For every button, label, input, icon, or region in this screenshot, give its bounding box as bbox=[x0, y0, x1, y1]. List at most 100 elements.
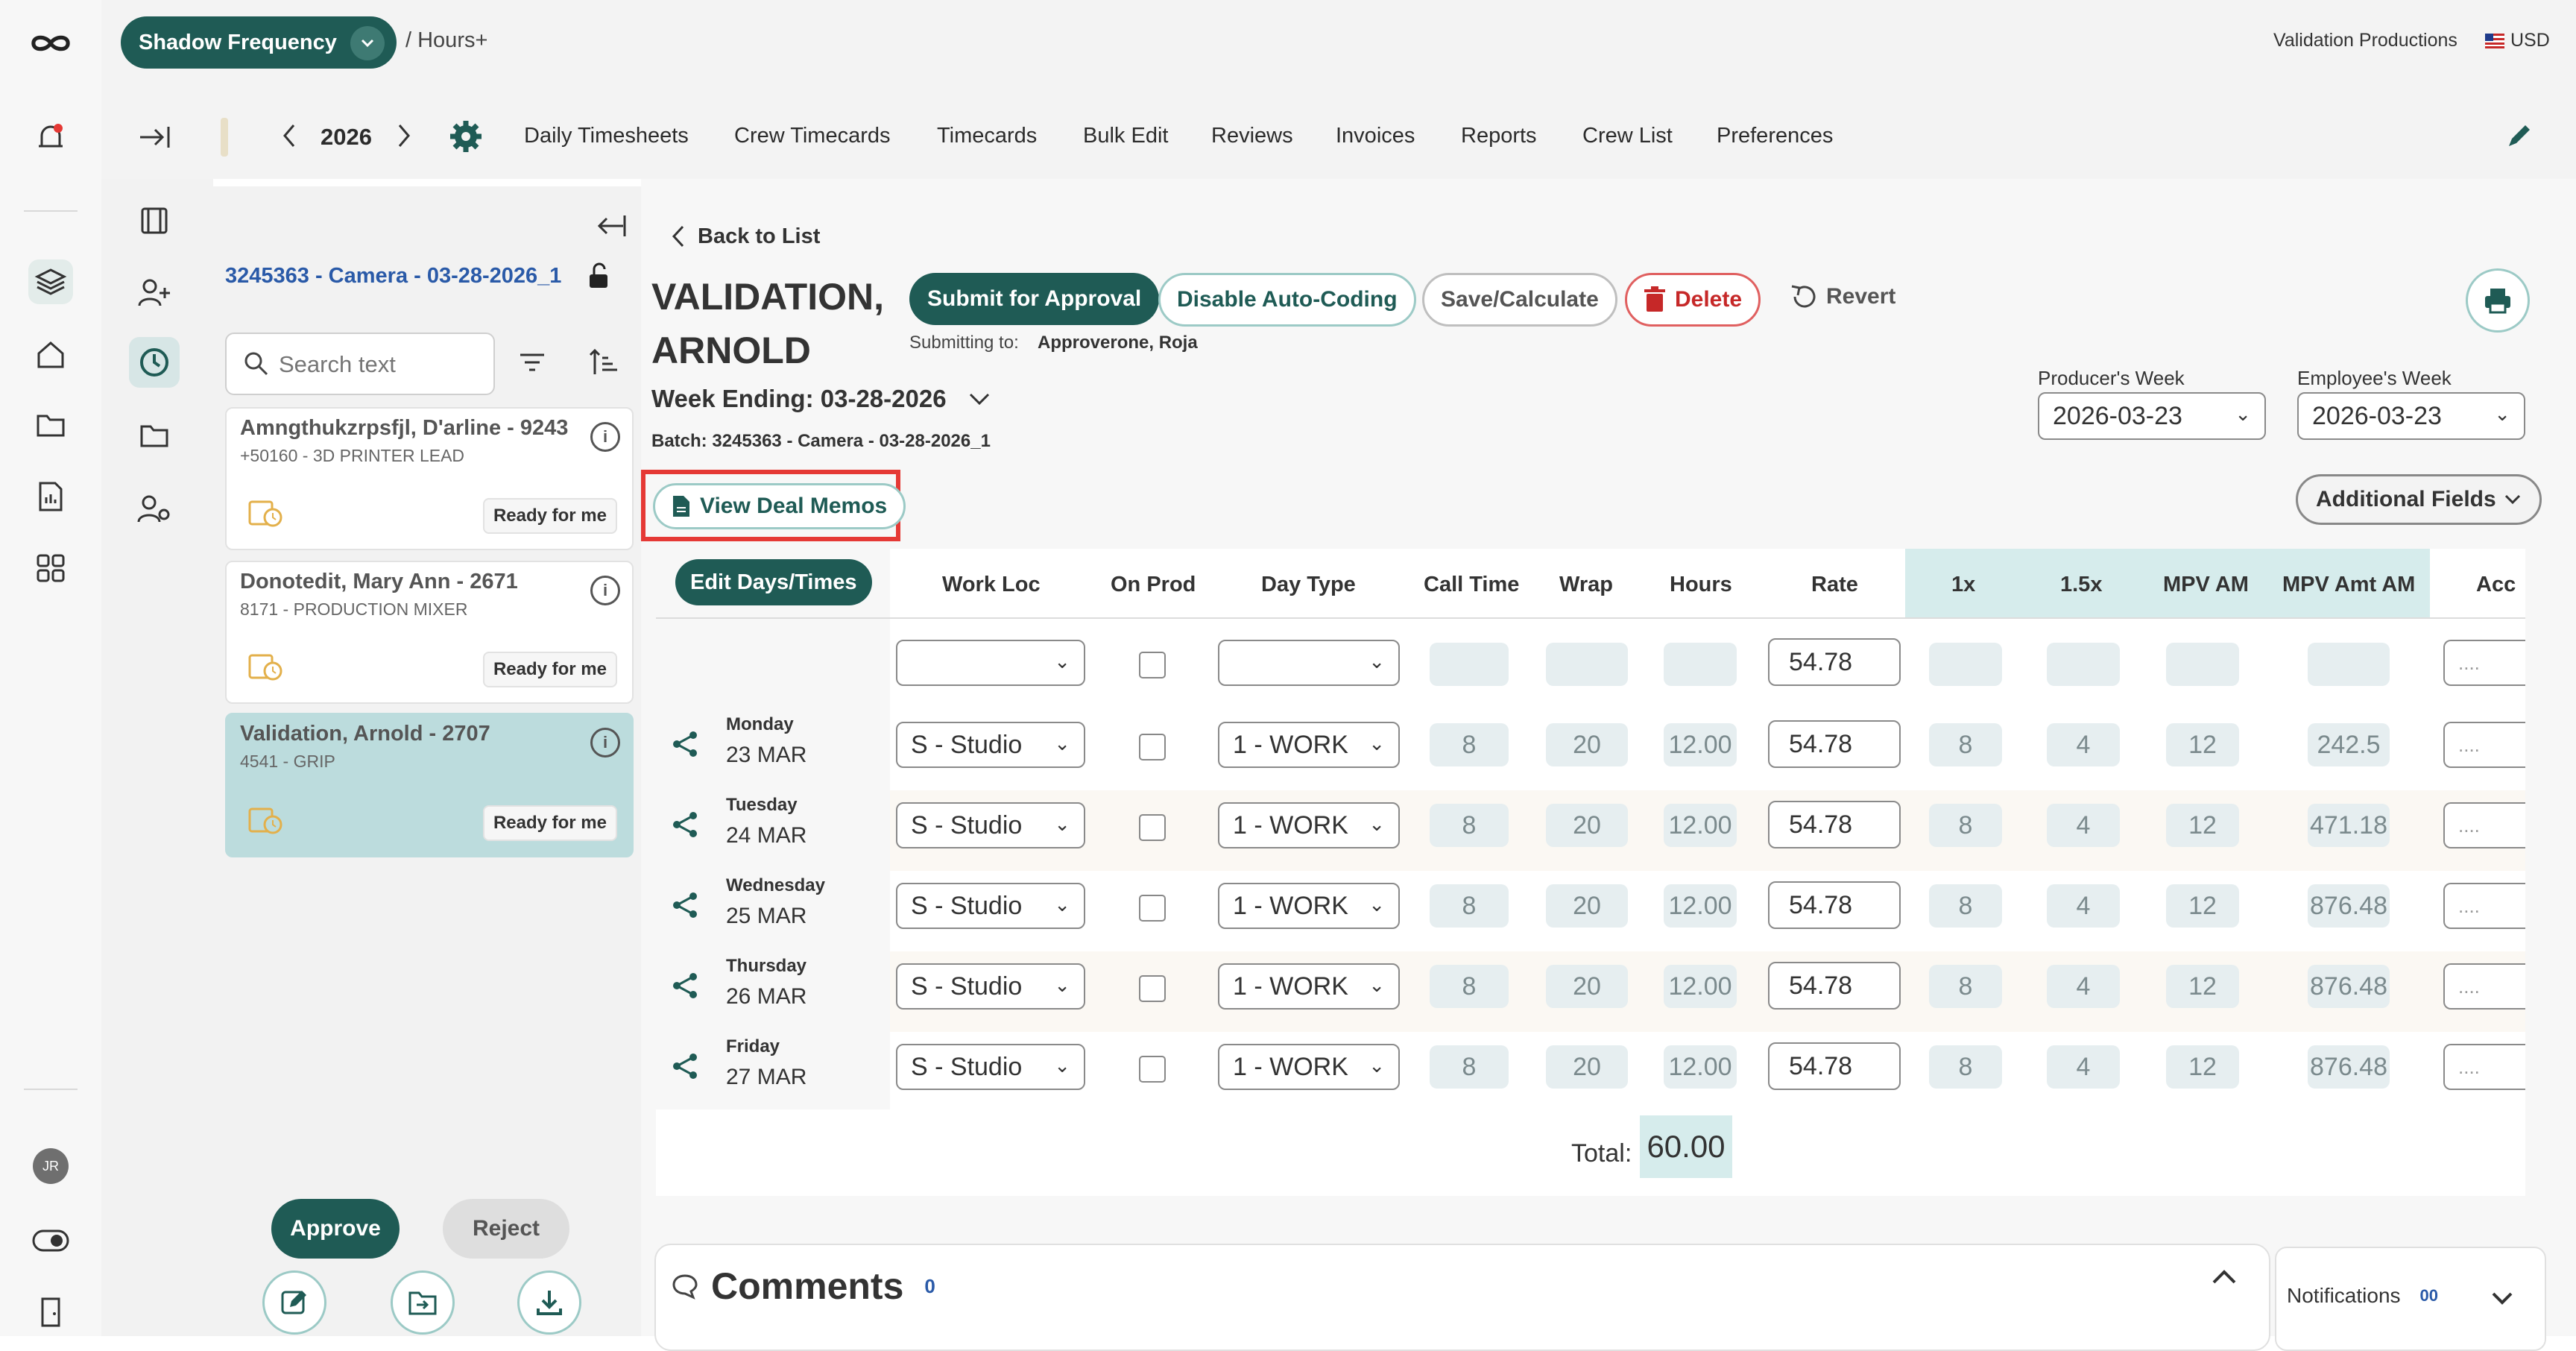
nav-preferences[interactable]: Preferences bbox=[1717, 124, 1833, 148]
employees-week-select[interactable]: 2026-03-23 ⌄ bbox=[2297, 392, 2525, 440]
info-icon[interactable]: i bbox=[590, 422, 620, 452]
nav-crew-list[interactable]: Crew List bbox=[1582, 124, 1673, 148]
default-acc-input[interactable]: .... bbox=[2443, 640, 2525, 686]
collapse-left-icon[interactable] bbox=[593, 213, 626, 242]
move-button[interactable] bbox=[391, 1270, 455, 1335]
day-type-select[interactable]: 1 - WORK ⌄ bbox=[1218, 802, 1400, 848]
on-prod-checkbox[interactable] bbox=[1139, 814, 1166, 841]
clock-icon[interactable] bbox=[129, 337, 180, 388]
nav-crew-timecards[interactable]: Crew Timecards bbox=[734, 124, 891, 148]
delete-button[interactable]: Delete bbox=[1625, 273, 1761, 327]
call-time-cell[interactable]: 8 bbox=[1430, 965, 1509, 1008]
work-loc-select[interactable]: S - Studio ⌄ bbox=[896, 1044, 1085, 1090]
logout-door-icon[interactable] bbox=[28, 1290, 73, 1335]
day-type-select[interactable]: 1 - WORK ⌄ bbox=[1218, 722, 1400, 768]
share-icon[interactable] bbox=[671, 971, 701, 1008]
wrap-cell[interactable]: 20 bbox=[1546, 884, 1628, 928]
layers-icon[interactable] bbox=[28, 259, 73, 304]
download-button[interactable] bbox=[517, 1270, 581, 1335]
on-prod-checkbox[interactable] bbox=[1139, 895, 1166, 922]
chevron-up-icon[interactable] bbox=[2211, 1267, 2238, 1289]
nav-daily-timesheets[interactable]: Daily Timesheets bbox=[524, 124, 689, 148]
share-icon[interactable] bbox=[671, 1051, 701, 1089]
on-prod-checkbox[interactable] bbox=[1139, 734, 1166, 760]
work-loc-select[interactable]: S - Studio ⌄ bbox=[896, 963, 1085, 1010]
user-settings-icon[interactable] bbox=[129, 483, 180, 534]
list-item[interactable]: Donotedit, Mary Ann - 2671 8171 - PRODUC… bbox=[225, 561, 634, 704]
revert-button[interactable]: Revert bbox=[1789, 282, 1895, 312]
additional-fields-button[interactable]: Additional Fields bbox=[2296, 474, 2542, 525]
rate-input[interactable]: 54.78 bbox=[1768, 962, 1901, 1010]
day-type-select[interactable]: 1 - WORK ⌄ bbox=[1218, 883, 1400, 929]
producers-week-select[interactable]: 2026-03-23 ⌄ bbox=[2038, 392, 2266, 440]
wrap-cell[interactable]: 20 bbox=[1546, 1045, 1628, 1089]
reject-button[interactable]: Reject bbox=[443, 1199, 569, 1259]
notifications-header[interactable]: Notifications 00 bbox=[2287, 1284, 2438, 1308]
on-prod-checkbox[interactable] bbox=[1139, 975, 1166, 1002]
search-box[interactable] bbox=[225, 333, 495, 395]
chevron-down-icon[interactable] bbox=[2491, 1291, 2513, 1310]
edit-note-button[interactable] bbox=[262, 1270, 326, 1335]
share-icon[interactable] bbox=[671, 810, 701, 847]
next-year-icon[interactable] bbox=[395, 122, 413, 153]
rate-input[interactable]: 54.78 bbox=[1768, 801, 1901, 848]
day-type-select[interactable]: 1 - WORK ⌄ bbox=[1218, 1044, 1400, 1090]
share-icon[interactable] bbox=[671, 729, 701, 766]
approve-button[interactable]: Approve bbox=[271, 1199, 400, 1259]
project-selector[interactable]: Shadow Frequency bbox=[121, 16, 397, 69]
on-prod-checkbox[interactable] bbox=[1139, 1056, 1166, 1083]
default-day-type-select[interactable]: ⌄ bbox=[1218, 640, 1400, 686]
work-loc-select[interactable]: S - Studio ⌄ bbox=[896, 802, 1085, 848]
notification-bell-icon[interactable] bbox=[28, 116, 73, 161]
prev-year-icon[interactable] bbox=[280, 122, 298, 153]
unlock-icon[interactable] bbox=[587, 262, 610, 293]
info-icon[interactable]: i bbox=[590, 728, 620, 758]
view-deal-memos-button[interactable]: View Deal Memos bbox=[653, 483, 906, 529]
share-icon[interactable] bbox=[671, 890, 701, 928]
day-type-select[interactable]: 1 - WORK ⌄ bbox=[1218, 963, 1400, 1010]
default-rate-input[interactable]: 54.78 bbox=[1768, 638, 1901, 686]
add-user-icon[interactable] bbox=[129, 267, 180, 318]
wrap-cell[interactable]: 20 bbox=[1546, 965, 1628, 1008]
acc-input[interactable]: .... bbox=[2443, 883, 2525, 929]
info-icon[interactable]: i bbox=[590, 576, 620, 605]
acc-input[interactable]: .... bbox=[2443, 963, 2525, 1010]
user-avatar[interactable]: JR bbox=[33, 1148, 69, 1184]
back-to-list-link[interactable]: Back to List bbox=[669, 224, 820, 249]
gear-icon[interactable] bbox=[449, 119, 483, 157]
default-work-loc-select[interactable]: ⌄ bbox=[896, 640, 1085, 686]
toggle-icon[interactable] bbox=[28, 1218, 73, 1263]
call-time-cell[interactable]: 8 bbox=[1430, 723, 1509, 766]
call-time-cell[interactable]: 8 bbox=[1430, 1045, 1509, 1089]
acc-input[interactable]: .... bbox=[2443, 722, 2525, 768]
report-doc-icon[interactable] bbox=[28, 474, 73, 519]
default-on-prod-checkbox[interactable] bbox=[1139, 652, 1166, 678]
sort-icon[interactable] bbox=[589, 347, 619, 381]
rate-input[interactable]: 54.78 bbox=[1768, 720, 1901, 768]
comments-header[interactable]: Comments 0 bbox=[671, 1265, 935, 1308]
edit-days-times-button[interactable]: Edit Days/Times bbox=[675, 559, 872, 605]
collapse-right-icon[interactable] bbox=[137, 124, 171, 157]
wrap-cell[interactable]: 20 bbox=[1546, 804, 1628, 847]
work-loc-select[interactable]: S - Studio ⌄ bbox=[896, 722, 1085, 768]
call-time-cell[interactable]: 8 bbox=[1430, 804, 1509, 847]
acc-input[interactable]: .... bbox=[2443, 1044, 2525, 1090]
list-item-selected[interactable]: Validation, Arnold - 2707 4541 - GRIP i … bbox=[225, 713, 634, 857]
default-wrap-cell[interactable] bbox=[1546, 643, 1628, 686]
submit-for-approval-button[interactable]: Submit for Approval bbox=[909, 273, 1160, 325]
week-ending-selector[interactable]: Week Ending: 03-28-2026 bbox=[651, 385, 991, 413]
save-calculate-button[interactable]: Save/Calculate bbox=[1422, 273, 1617, 327]
folder-icon[interactable] bbox=[28, 403, 73, 447]
home-icon[interactable] bbox=[28, 333, 73, 377]
folder-icon[interactable] bbox=[129, 410, 180, 461]
wrap-cell[interactable]: 20 bbox=[1546, 723, 1628, 766]
currency-selector[interactable]: USD bbox=[2485, 30, 2550, 51]
nav-reviews[interactable]: Reviews bbox=[1211, 124, 1293, 148]
film-icon[interactable] bbox=[129, 195, 180, 246]
list-item[interactable]: Amngthukzrpsfjl, D'arline - 9243 +50160 … bbox=[225, 407, 634, 550]
print-button[interactable] bbox=[2466, 268, 2530, 333]
search-input[interactable] bbox=[277, 344, 482, 385]
filter-icon[interactable] bbox=[517, 350, 547, 378]
default-call-cell[interactable] bbox=[1430, 643, 1509, 686]
pencil-icon[interactable] bbox=[2504, 121, 2534, 154]
